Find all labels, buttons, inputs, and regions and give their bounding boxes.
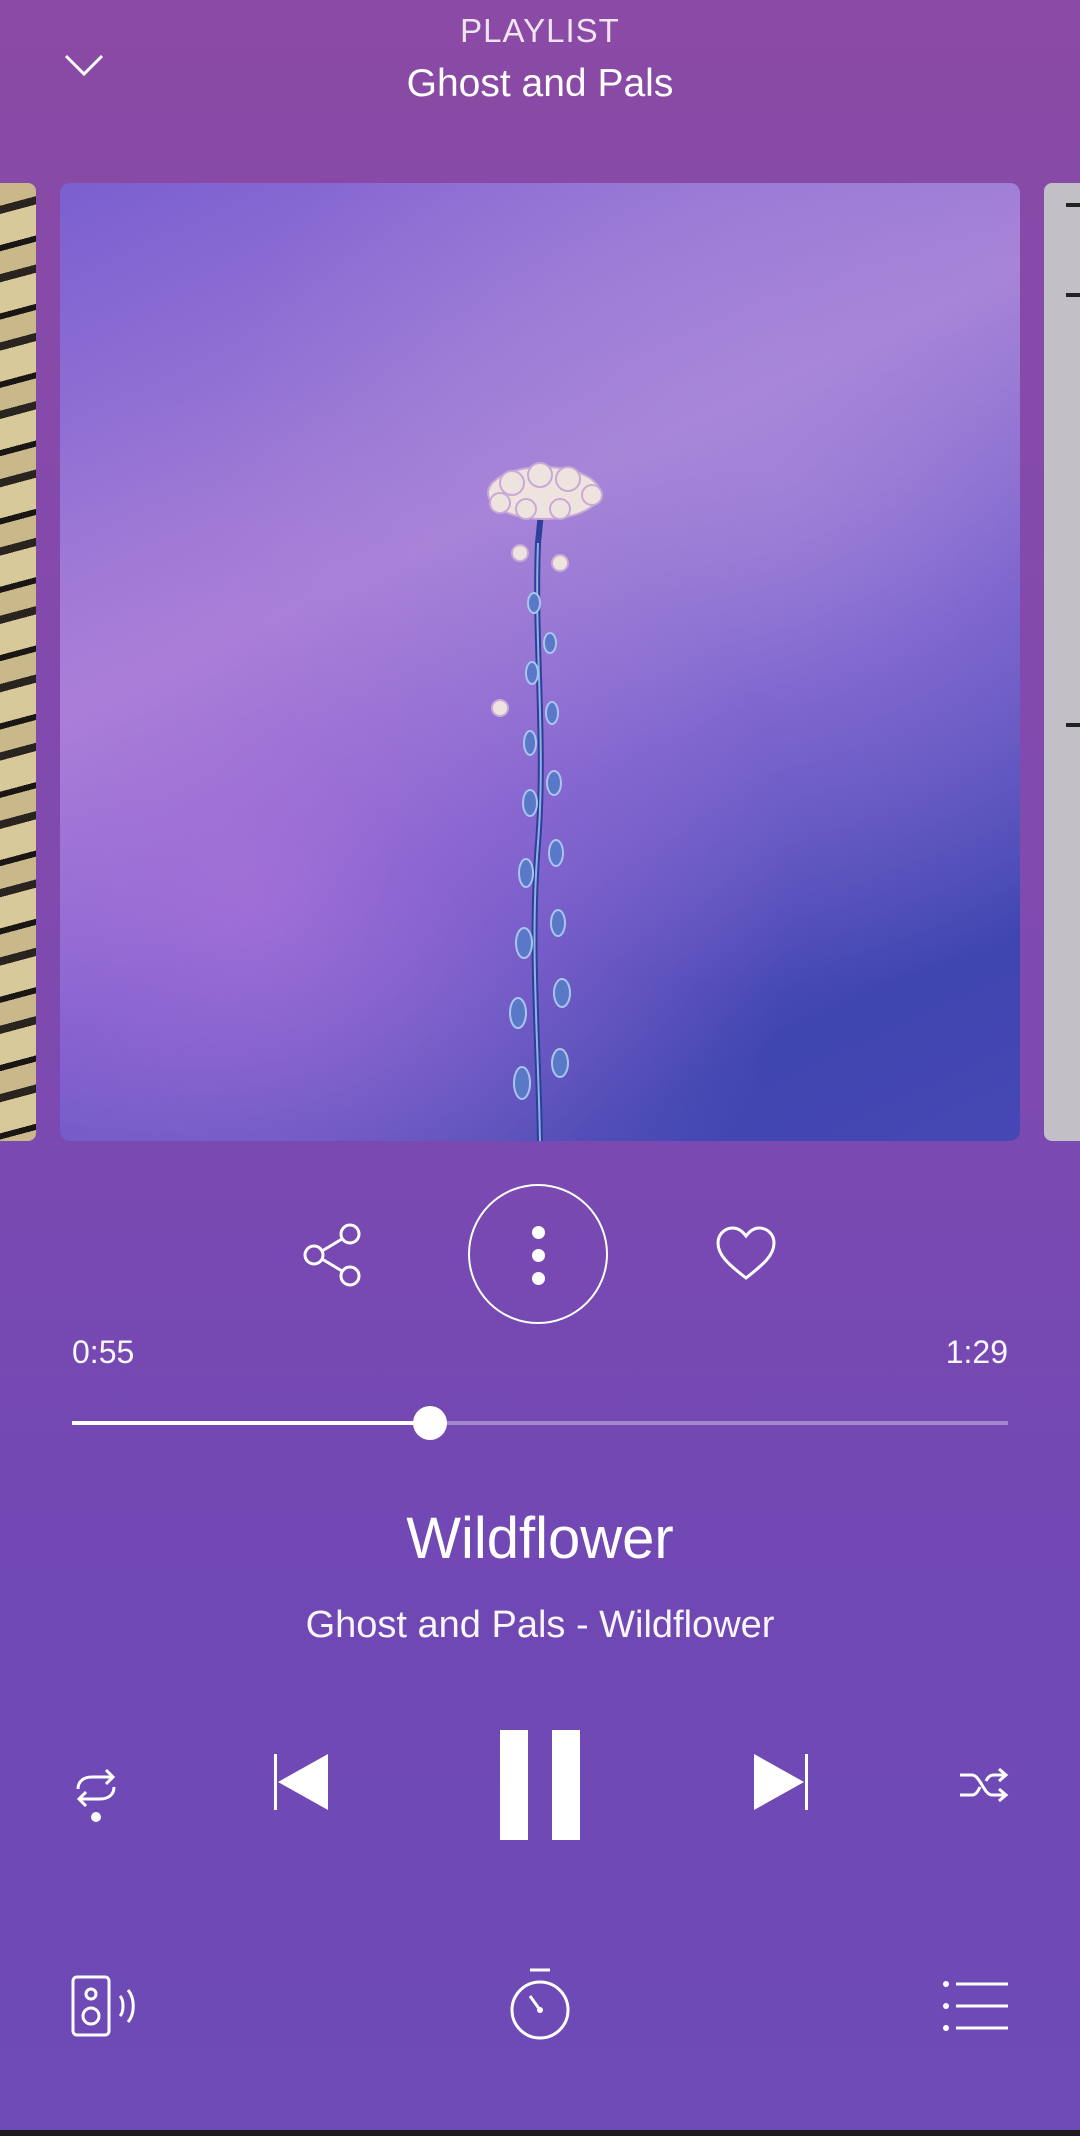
flower-illustration bbox=[487, 462, 603, 1141]
seek-bar[interactable] bbox=[72, 1406, 1008, 1440]
shuffle-button[interactable] bbox=[958, 1765, 1010, 1805]
elapsed-time: 0:55 bbox=[72, 1334, 135, 1370]
queue-list-icon bbox=[943, 1981, 1008, 2031]
repeat-button[interactable] bbox=[70, 1765, 122, 1825]
speaker-cast-icon bbox=[71, 1975, 135, 2037]
more-options-button[interactable] bbox=[468, 1184, 608, 1324]
audio-output-button[interactable] bbox=[70, 1974, 142, 2038]
previous-track-button[interactable] bbox=[272, 1752, 332, 1812]
system-nav-bar bbox=[0, 2130, 1080, 2136]
skip-next-icon bbox=[754, 1754, 808, 1810]
total-time: 1:29 bbox=[945, 1334, 1008, 1370]
shuffle-icon bbox=[960, 1767, 1009, 1803]
like-button[interactable] bbox=[714, 1224, 778, 1284]
sleep-timer-icon bbox=[510, 1968, 570, 2040]
bottom-toolbar bbox=[0, 1960, 1080, 2060]
context-label: PLAYLIST bbox=[460, 12, 620, 49]
seek-progress bbox=[72, 1421, 430, 1425]
playback-controls bbox=[0, 1720, 1080, 1850]
share-button[interactable] bbox=[300, 1222, 366, 1288]
art-text-mark bbox=[1066, 203, 1080, 207]
track-title: Wildflower bbox=[406, 1506, 674, 1571]
album-art[interactable] bbox=[60, 183, 1020, 1141]
art-text-mark bbox=[1066, 723, 1080, 727]
player-header: PLAYLIST Ghost and Pals bbox=[0, 0, 1080, 150]
queue-button[interactable] bbox=[942, 1980, 1010, 2032]
next-track-button[interactable] bbox=[750, 1752, 810, 1812]
art-text-mark bbox=[1066, 293, 1080, 297]
share-icon bbox=[303, 1223, 361, 1287]
track-actions bbox=[0, 1180, 1080, 1330]
next-album-art[interactable] bbox=[1044, 183, 1080, 1141]
playlist-title[interactable]: Ghost and Pals bbox=[0, 62, 1080, 106]
seek-thumb[interactable] bbox=[412, 1406, 447, 1440]
sleep-timer-button[interactable] bbox=[506, 1966, 574, 2042]
repeat-icon bbox=[76, 1768, 116, 1822]
skip-previous-icon bbox=[274, 1754, 328, 1810]
pause-button[interactable] bbox=[500, 1730, 580, 1840]
track-subtitle[interactable]: Ghost and Pals - Wildflower bbox=[0, 1604, 1080, 1647]
previous-album-art[interactable] bbox=[0, 183, 36, 1141]
heart-outline-icon bbox=[716, 1226, 776, 1280]
